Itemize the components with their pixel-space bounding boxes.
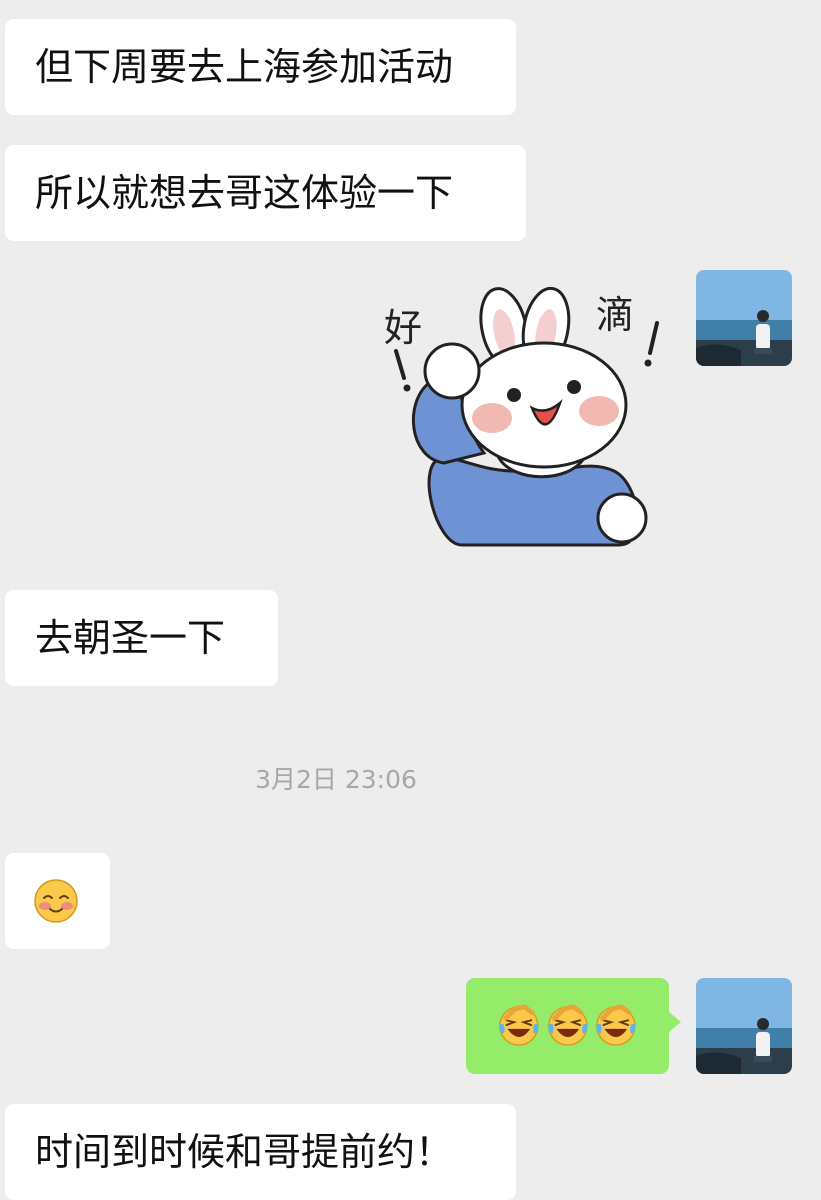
message-bubble-incoming[interactable] — [5, 853, 110, 949]
timestamp: 3月2日 23:06 — [255, 765, 417, 794]
laughing-crying-emoji-icon — [547, 1004, 588, 1046]
sticker-text: 滴 — [596, 293, 634, 337]
laughing-crying-emoji-icon — [499, 1004, 539, 1046]
message-text: 所以就想去哥这体验一下 — [35, 171, 454, 215]
bunny-sticker[interactable]: 好 滴 — [374, 283, 670, 551]
message-text: 但下周要去上海参加活动 — [35, 45, 454, 89]
bunny-sticker-icon: 好 滴 — [384, 286, 659, 547]
message-bubble-incoming[interactable]: 所以就想去哥这体验一下 — [5, 145, 526, 241]
sticker-text: 好 — [384, 306, 422, 350]
message-bubble-outgoing[interactable] — [466, 978, 681, 1074]
message-bubble-incoming[interactable]: 去朝圣一下 — [5, 590, 278, 686]
seaside-person-avatar-icon — [696, 978, 792, 1074]
laughing-crying-emoji-icon — [596, 1004, 636, 1046]
message-bubble-incoming[interactable]: 时间到时候和哥提前约！ — [5, 1104, 516, 1200]
message-bubble-incoming[interactable]: 但下周要去上海参加活动 — [5, 19, 516, 115]
avatar[interactable] — [696, 270, 792, 366]
message-text: 时间到时候和哥提前约！ — [35, 1130, 454, 1174]
message-text: 去朝圣一下 — [35, 616, 226, 660]
seaside-person-avatar-icon — [696, 270, 792, 366]
avatar[interactable] — [696, 978, 792, 1074]
blushing-smile-emoji-icon — [34, 879, 78, 923]
